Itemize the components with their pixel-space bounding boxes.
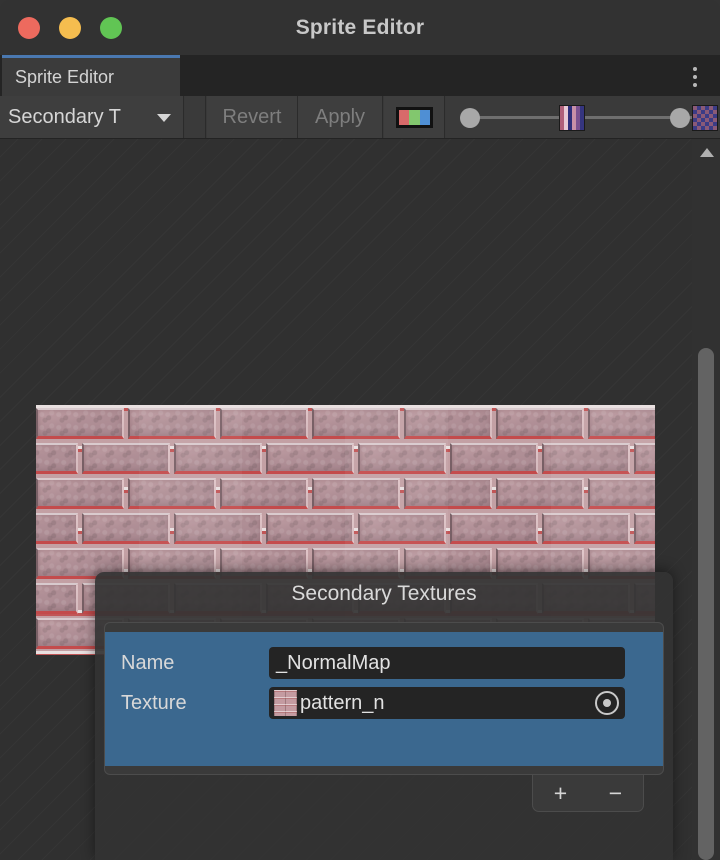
brick-row [36, 475, 655, 510]
brick-row [36, 440, 655, 475]
toolbar-slider-zone [446, 96, 720, 138]
brick [266, 513, 354, 544]
brick [220, 408, 308, 439]
brick [220, 478, 308, 509]
revert-label: Revert [222, 106, 282, 128]
alpha-slider-handle[interactable] [460, 108, 480, 128]
revert-button[interactable]: Revert [207, 96, 298, 138]
brick [82, 513, 170, 544]
panel-title: Secondary Textures [291, 582, 477, 605]
vertical-scroll-thumb[interactable] [698, 348, 714, 860]
rgb-blue-stripe [419, 110, 430, 125]
texture-field-row: Texture pattern_n [121, 687, 649, 719]
brick [450, 513, 538, 544]
toolbar-spacer [185, 96, 206, 138]
tab-label: Sprite Editor [15, 67, 115, 87]
texture-value-label: pattern_n [300, 692, 385, 714]
kebab-dot [693, 67, 697, 71]
object-picker-icon[interactable] [595, 691, 619, 715]
chevron-down-icon [157, 114, 171, 122]
brick [588, 408, 655, 439]
brick [174, 513, 262, 544]
brick [542, 513, 630, 544]
brick [588, 478, 655, 509]
brick [634, 513, 655, 544]
brick-row [36, 405, 655, 440]
kebab-dot [693, 83, 697, 87]
module-dropdown-label: Secondary T [8, 106, 122, 128]
rgb-channel-button[interactable] [384, 96, 445, 138]
rgb-green-stripe [409, 110, 420, 125]
brick [312, 478, 400, 509]
scroll-up-arrow-icon[interactable] [700, 148, 714, 157]
name-input[interactable]: _NormalMap [269, 647, 625, 679]
rgb-channels-icon [396, 107, 433, 128]
window-title: Sprite Editor [295, 16, 425, 39]
zoom-slider-handle[interactable] [670, 108, 690, 128]
module-dropdown[interactable]: Secondary T [0, 96, 184, 138]
name-label: Name [121, 652, 175, 674]
secondary-textures-list: Name _NormalMap Texture pattern_n [104, 622, 664, 775]
vertical-scrollbar[interactable] [692, 139, 720, 860]
sprite-editor-toolbar: Secondary T Revert Apply [0, 96, 720, 139]
brick [450, 443, 538, 474]
name-field-row: Name _NormalMap [121, 647, 649, 679]
checkerboard-pattern-icon[interactable] [692, 105, 718, 131]
texture-object-field[interactable]: pattern_n [269, 687, 625, 719]
sprite-editor-window: Sprite Editor Sprite Editor Secondary T … [0, 0, 720, 860]
brick [266, 443, 354, 474]
brick [312, 408, 400, 439]
apply-button[interactable]: Apply [298, 96, 383, 138]
brick [36, 408, 124, 439]
kebab-menu-icon[interactable] [692, 67, 698, 87]
brick [36, 583, 78, 614]
brick-row [36, 510, 655, 545]
brick [404, 478, 492, 509]
brick [542, 443, 630, 474]
tab-sprite-editor[interactable]: Sprite Editor [2, 55, 180, 96]
brick [174, 443, 262, 474]
brick [358, 513, 446, 544]
brick [82, 443, 170, 474]
list-item[interactable]: Name _NormalMap Texture pattern_n [105, 632, 663, 766]
tab-strip: Sprite Editor [0, 55, 720, 96]
brick [128, 478, 216, 509]
brick [36, 443, 78, 474]
brick [358, 443, 446, 474]
brick [496, 408, 584, 439]
brick [404, 408, 492, 439]
window-titlebar: Sprite Editor [0, 0, 720, 55]
brick [496, 478, 584, 509]
brick [36, 513, 78, 544]
texture-label: Texture [121, 692, 187, 714]
brick [36, 478, 124, 509]
normal-map-thumbnail-icon[interactable] [559, 105, 585, 131]
add-entry-button[interactable]: + [533, 775, 588, 811]
brick [128, 408, 216, 439]
apply-label: Apply [314, 106, 366, 128]
add-remove-button-group: + − [532, 775, 644, 812]
kebab-dot [693, 75, 697, 79]
texture-thumbnail-icon [274, 690, 297, 716]
remove-entry-button[interactable]: − [588, 775, 643, 811]
brick [634, 443, 655, 474]
rgb-red-stripe [399, 110, 410, 125]
secondary-textures-panel: Secondary Textures Name _NormalMap Textu… [95, 572, 673, 860]
